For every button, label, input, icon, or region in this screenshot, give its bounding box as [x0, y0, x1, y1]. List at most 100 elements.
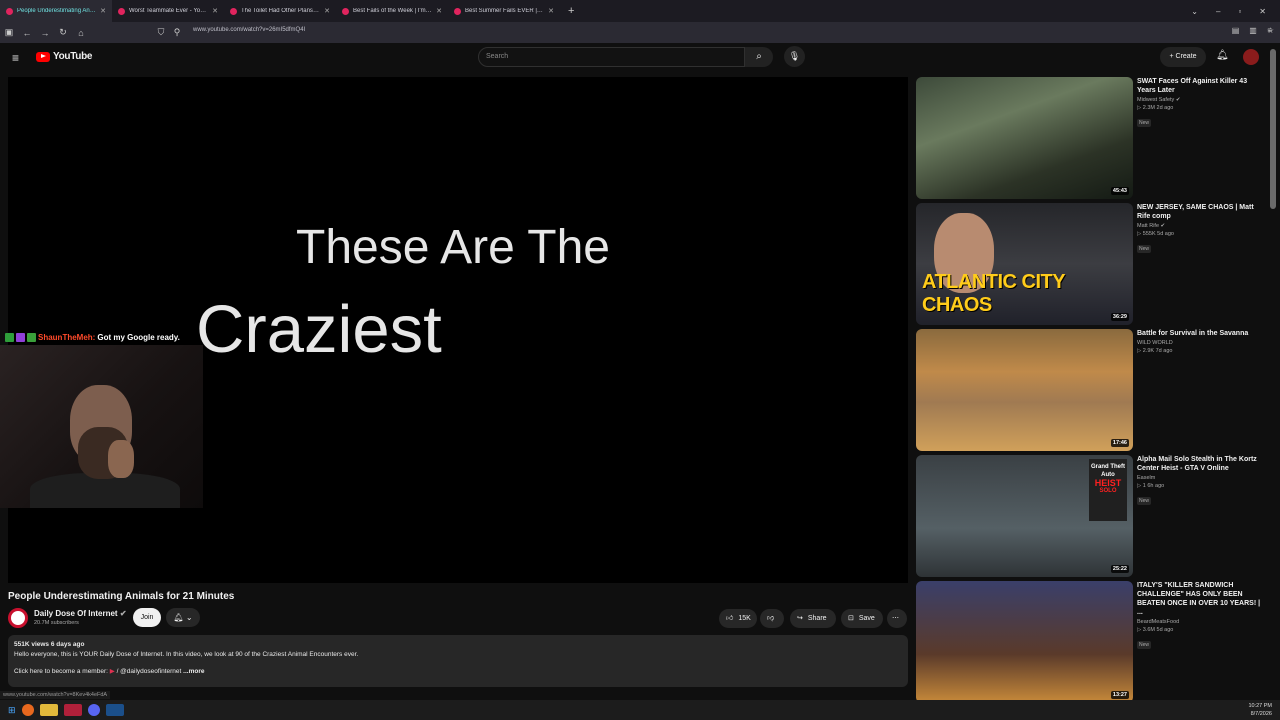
- recommended-channel[interactable]: BeardMeatsFood: [1137, 619, 1179, 625]
- share-button[interactable]: ↪ Share: [790, 609, 836, 628]
- youtube-logo[interactable]: YouTube: [36, 51, 93, 62]
- video-thumbnail[interactable]: 17:46: [916, 329, 1133, 451]
- firefox-icon[interactable]: [21, 704, 34, 716]
- recommended-title[interactable]: SWAT Faces Off Against Killer 43 Years L…: [1137, 77, 1265, 95]
- video-thumbnail[interactable]: 45:43: [916, 77, 1133, 199]
- system-tray[interactable]: 10:27 PM 8/7/2026: [1248, 702, 1272, 718]
- close-window-icon[interactable]: ✕: [1259, 7, 1266, 16]
- browser-tab[interactable]: Best Fails of the Week | I'm 100 ✕: [336, 0, 448, 22]
- dislike-button[interactable]: 👎︎: [760, 609, 784, 628]
- recommended-channel[interactable]: Easelm: [1137, 475, 1155, 481]
- reader-icon[interactable]: ▥: [1249, 26, 1257, 35]
- steam-icon[interactable]: [105, 704, 124, 716]
- page-scrollbar[interactable]: [1270, 49, 1276, 209]
- close-tab-icon[interactable]: ✕: [324, 7, 330, 15]
- close-tab-icon[interactable]: ✕: [100, 7, 106, 15]
- video-thumbnail[interactable]: Grand Theft Auto HEIST SOLO 25:22: [916, 455, 1133, 577]
- start-icon[interactable]: ⊞: [8, 705, 16, 716]
- recommended-video[interactable]: Grand Theft Auto HEIST SOLO 25:22 Alpha Mai…: [916, 455, 1266, 577]
- recommended-video[interactable]: 17:46 Battle for Survival in the Savanna…: [916, 329, 1266, 451]
- recommended-video[interactable]: 45:43 SWAT Faces Off Against Killer 43 Y…: [916, 77, 1266, 199]
- close-tab-icon[interactable]: ✕: [548, 7, 554, 15]
- duration-badge: 13:27: [1110, 691, 1129, 699]
- tab-list-icon[interactable]: ⌄: [1191, 7, 1198, 16]
- streamer-hand: [108, 440, 134, 478]
- voice-search-button[interactable]: 🎙︎: [784, 46, 805, 67]
- show-more-link[interactable]: ...more: [183, 668, 204, 675]
- search-input[interactable]: Search: [478, 47, 745, 67]
- like-button[interactable]: 👍︎ 15K: [719, 609, 757, 628]
- discord-icon[interactable]: [87, 704, 100, 716]
- recommended-title[interactable]: Alpha Mail Solo Stealth in The Kortz Cen…: [1137, 455, 1265, 473]
- recommended-channel[interactable]: Matt Rife: [1137, 223, 1159, 229]
- close-tab-icon[interactable]: ✕: [212, 7, 218, 15]
- recommended-channel[interactable]: WILD WORLD: [1137, 340, 1173, 346]
- maximize-icon[interactable]: ▫: [1238, 7, 1241, 16]
- youtube-favicon-icon: [454, 7, 461, 15]
- more-dots-icon: ⋯: [892, 615, 899, 622]
- sidebar-toggle-icon[interactable]: ▣: [0, 27, 18, 38]
- home-icon[interactable]: ⌂: [72, 28, 90, 38]
- extensions-icon[interactable]: ▤: [1232, 26, 1240, 35]
- browser-tab[interactable]: The Toilet Had Other Plans - Yo ✕: [224, 0, 336, 22]
- recommended-channel[interactable]: Midwest Safety: [1137, 97, 1174, 103]
- join-button[interactable]: Join: [133, 608, 161, 627]
- views: 555K: [1142, 231, 1156, 237]
- browser-tab[interactable]: Worst Teammate Ever - YouTub ✕: [112, 0, 224, 22]
- file-explorer-icon[interactable]: [39, 704, 58, 716]
- minimize-icon[interactable]: –: [1216, 7, 1220, 16]
- notifications-bell-icon[interactable]: 🔔︎: [1216, 50, 1229, 61]
- subscription-bell-button[interactable]: 🔔︎ ⌄: [166, 608, 200, 627]
- menu-icon[interactable]: ≡: [1267, 26, 1272, 35]
- age: 6h ago: [1147, 483, 1165, 489]
- clock-time: 10:27 PM: [1248, 703, 1272, 709]
- taskbar: ⊞ 10:27 PM 8/7/2026: [0, 700, 1280, 720]
- save-button[interactable]: ⊡ Save: [841, 609, 883, 628]
- video-thumbnail[interactable]: 13:27: [916, 581, 1133, 703]
- browser-tab[interactable]: People Underestimating Anima ✕: [0, 0, 112, 22]
- close-tab-icon[interactable]: ✕: [436, 7, 442, 15]
- video-description[interactable]: 551K views 6 days ago Hello everyone, th…: [8, 635, 908, 687]
- guide-menu-icon[interactable]: ≡: [12, 51, 19, 65]
- thumbs-down-icon: 👎︎: [767, 615, 775, 622]
- youtube-favicon-icon: [230, 7, 237, 15]
- app-icon[interactable]: [63, 704, 82, 716]
- duration-badge: 25:22: [1110, 565, 1129, 573]
- heist-text: HEIST: [1094, 478, 1122, 488]
- permissions-icon[interactable]: ⚲: [168, 27, 186, 38]
- youtube-small-icon: ▶: [109, 668, 115, 675]
- recommended-video[interactable]: 13:27 ITALY'S "KILLER SANDWICH CHALLENGE…: [916, 581, 1266, 703]
- verified-icon: ✔: [1160, 223, 1166, 229]
- recommended-title[interactable]: ITALY'S "KILLER SANDWICH CHALLENGE" HAS …: [1137, 581, 1265, 617]
- chat-badge-icon: [27, 333, 36, 342]
- gta-logo: Grand Theft Auto HEIST SOLO: [1089, 459, 1127, 521]
- youtube-favicon-icon: [118, 7, 125, 15]
- new-badge: New: [1137, 497, 1152, 505]
- channel-name[interactable]: Daily Dose Of Internet ✔: [34, 609, 127, 618]
- back-icon[interactable]: ←: [18, 28, 36, 38]
- more-actions-button[interactable]: ⋯: [887, 609, 907, 628]
- url-field[interactable]: www.youtube.com/watch?v=26mI5dfmQ4I: [193, 27, 305, 33]
- channel-avatar[interactable]: [8, 608, 28, 628]
- views: 3.6M: [1142, 627, 1155, 633]
- tab-title: Best Fails of the Week | I'm 100: [353, 8, 433, 14]
- recommended-video[interactable]: ATLANTIC CITY CHAOS 36:29 NEW JERSEY, SAM…: [916, 203, 1266, 325]
- create-button[interactable]: + Create: [1160, 47, 1206, 67]
- new-tab-icon[interactable]: +: [560, 5, 582, 17]
- reload-icon[interactable]: ↻: [54, 27, 72, 38]
- views: 1: [1142, 483, 1146, 489]
- account-avatar[interactable]: [1243, 49, 1259, 65]
- browser-tab[interactable]: Best Summer Fails EVER | Best ✕: [448, 0, 560, 22]
- chat-badge-icon: [5, 333, 14, 342]
- views: 2.9K: [1142, 348, 1155, 354]
- bell-icon: 🔔︎: [173, 613, 184, 622]
- chat-text: Got my Google ready.: [97, 333, 180, 342]
- save-icon: ⊡: [848, 615, 854, 622]
- forward-icon[interactable]: →: [36, 28, 54, 38]
- search-button[interactable]: ⌕: [745, 47, 773, 67]
- browser-nav-bar: ▣ ← → ↻ ⌂ ⛉ ⚲ www.youtube.com/watch?v=26…: [0, 22, 1280, 43]
- member-handle-link[interactable]: / @dailydoseofinternet: [117, 668, 182, 675]
- recommended-title[interactable]: NEW JERSEY, SAME CHAOS | Matt Rife comp: [1137, 203, 1265, 221]
- video-thumbnail[interactable]: ATLANTIC CITY CHAOS 36:29: [916, 203, 1133, 325]
- recommended-title[interactable]: Battle for Survival in the Savanna: [1137, 329, 1265, 338]
